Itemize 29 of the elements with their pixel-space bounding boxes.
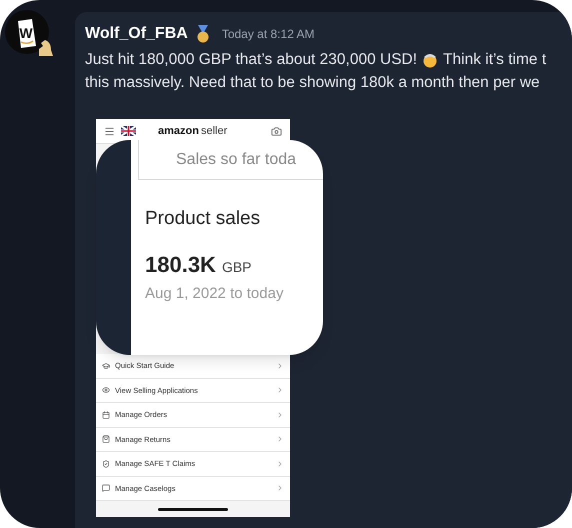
author-name[interactable]: Wolf_Of_FBA [85,22,188,46]
calendar-icon [102,410,110,419]
message-text: Think it’s time t [443,50,546,70]
message-text: this massively. Need that to be showing 180k a month then per we [85,73,541,93]
chevron-icon [276,435,284,444]
sales-subtitle: Sales so far toda [176,150,296,170]
chevron-icon [276,386,284,394]
flag-icon [121,126,136,136]
chevron-icon [276,460,284,468]
brand-suffix: seller [200,124,228,139]
menu-icon[interactable] [104,126,115,136]
chat-icon [102,484,110,492]
bag-icon [102,435,110,444]
sales-period: Aug 1, 2022 to today [145,284,284,304]
sales-value: 180.3K [145,250,216,278]
shield-icon [102,460,110,468]
home-indicator [158,508,228,510]
eye-icon [102,386,110,394]
timestamp: Today at 8:12 AM [222,26,315,43]
medal-icon [196,25,210,43]
currency-unit: GBP [222,258,252,276]
chevron-icon [276,362,284,370]
cap-icon [102,362,110,370]
brand-name: amazon [158,124,199,139]
card-title: Product sales [145,207,262,231]
chevron-icon [276,410,284,419]
chevron-icon [276,484,284,492]
camera-icon[interactable] [271,126,282,136]
message-text: Just hit 180,000 GBP that’s about 230,000 USD! [85,50,418,70]
